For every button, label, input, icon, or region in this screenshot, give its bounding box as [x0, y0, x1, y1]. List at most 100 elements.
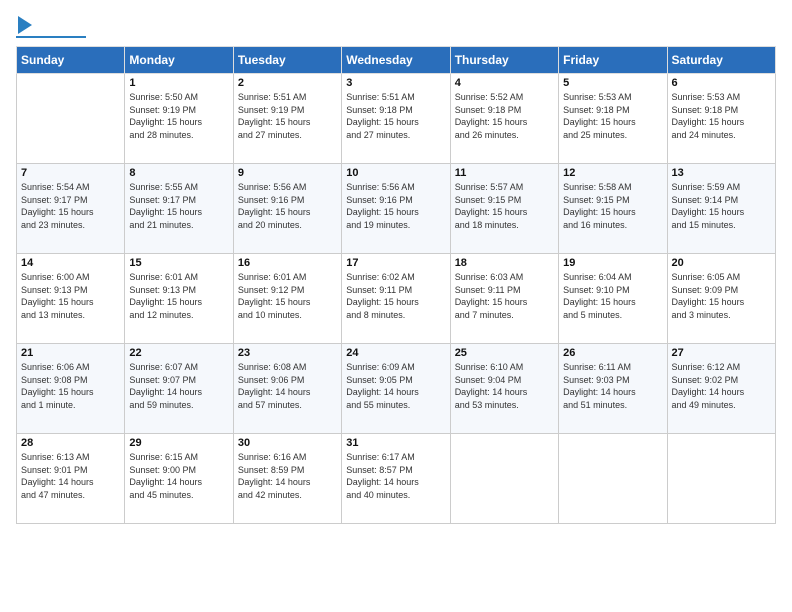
- calendar-cell: 15 Sunrise: 6:01 AM Sunset: 9:13 PM Dayli…: [125, 254, 233, 344]
- calendar-cell: 25 Sunrise: 6:10 AM Sunset: 9:04 PM Dayli…: [450, 344, 558, 434]
- calendar-cell: 13Sunrise: 5:59 AM Sunset: 9:14 PM Dayli…: [667, 164, 775, 254]
- day-number: 12: [563, 167, 662, 179]
- page-header: [16, 16, 776, 38]
- day-info: Sunrise: 5:56 AM Sunset: 9:16 PM Dayligh…: [238, 181, 337, 231]
- calendar-cell: 2 Sunrise: 5:51 AM Sunset: 9:19 PM Daylig…: [233, 74, 341, 164]
- day-number: 16: [238, 257, 337, 269]
- day-number: 22: [129, 347, 228, 359]
- day-info: Sunrise: 6:03 AM Sunset: 9:11 PM Dayligh…: [455, 271, 554, 321]
- day-info: Sunrise: 6:13 AM Sunset: 9:01 PM Dayligh…: [21, 451, 120, 501]
- day-info: Sunrise: 5:59 AM Sunset: 9:14 PM Dayligh…: [672, 181, 771, 231]
- day-info: Sunrise: 5:57 AM Sunset: 9:15 PM Dayligh…: [455, 181, 554, 231]
- column-header-tuesday: Tuesday: [233, 47, 341, 74]
- day-number: 5: [563, 77, 662, 89]
- day-info: Sunrise: 6:12 AM Sunset: 9:02 PM Dayligh…: [672, 361, 771, 411]
- calendar-table: SundayMondayTuesdayWednesdayThursdayFrid…: [16, 46, 776, 524]
- column-header-thursday: Thursday: [450, 47, 558, 74]
- day-number: 2: [238, 77, 337, 89]
- logo-arrow-icon: [18, 16, 32, 34]
- day-info: Sunrise: 5:52 AM Sunset: 9:18 PM Dayligh…: [455, 91, 554, 141]
- day-info: Sunrise: 5:55 AM Sunset: 9:17 PM Dayligh…: [129, 181, 228, 231]
- calendar-cell: 31Sunrise: 6:17 AM Sunset: 8:57 PM Dayli…: [342, 434, 450, 524]
- day-number: 1: [129, 77, 228, 89]
- day-info: Sunrise: 5:51 AM Sunset: 9:18 PM Dayligh…: [346, 91, 445, 141]
- column-header-monday: Monday: [125, 47, 233, 74]
- day-number: 11: [455, 167, 554, 179]
- day-info: Sunrise: 6:06 AM Sunset: 9:08 PM Dayligh…: [21, 361, 120, 411]
- column-header-friday: Friday: [559, 47, 667, 74]
- day-info: Sunrise: 6:04 AM Sunset: 9:10 PM Dayligh…: [563, 271, 662, 321]
- day-info: Sunrise: 5:56 AM Sunset: 9:16 PM Dayligh…: [346, 181, 445, 231]
- calendar-cell: 19 Sunrise: 6:04 AM Sunset: 9:10 PM Dayli…: [559, 254, 667, 344]
- day-info: Sunrise: 6:00 AM Sunset: 9:13 PM Dayligh…: [21, 271, 120, 321]
- day-info: Sunrise: 5:58 AM Sunset: 9:15 PM Dayligh…: [563, 181, 662, 231]
- day-number: 24: [346, 347, 445, 359]
- day-number: 15: [129, 257, 228, 269]
- day-number: 18: [455, 257, 554, 269]
- day-number: 4: [455, 77, 554, 89]
- day-info: Sunrise: 6:01 AM Sunset: 9:13 PM Dayligh…: [129, 271, 228, 321]
- day-number: 9: [238, 167, 337, 179]
- calendar-cell: 4 Sunrise: 5:52 AM Sunset: 9:18 PM Daylig…: [450, 74, 558, 164]
- calendar-cell: 21Sunrise: 6:06 AM Sunset: 9:08 PM Dayli…: [17, 344, 125, 434]
- calendar-cell: 20 Sunrise: 6:05 AM Sunset: 9:09 PM Dayli…: [667, 254, 775, 344]
- day-info: Sunrise: 5:53 AM Sunset: 9:18 PM Dayligh…: [563, 91, 662, 141]
- calendar-cell: 27 Sunrise: 6:12 AM Sunset: 9:02 PM Dayli…: [667, 344, 775, 434]
- day-info: Sunrise: 5:51 AM Sunset: 9:19 PM Dayligh…: [238, 91, 337, 141]
- calendar-cell: 18 Sunrise: 6:03 AM Sunset: 9:11 PM Dayli…: [450, 254, 558, 344]
- day-number: 27: [672, 347, 771, 359]
- calendar-cell: 26 Sunrise: 6:11 AM Sunset: 9:03 PM Dayli…: [559, 344, 667, 434]
- day-info: Sunrise: 6:10 AM Sunset: 9:04 PM Dayligh…: [455, 361, 554, 411]
- day-info: Sunrise: 6:08 AM Sunset: 9:06 PM Dayligh…: [238, 361, 337, 411]
- day-number: 14: [21, 257, 120, 269]
- day-number: 25: [455, 347, 554, 359]
- calendar-cell: [667, 434, 775, 524]
- calendar-cell: 6 Sunrise: 5:53 AM Sunset: 9:18 PM Daylig…: [667, 74, 775, 164]
- day-info: Sunrise: 5:54 AM Sunset: 9:17 PM Dayligh…: [21, 181, 120, 231]
- logo-underline: [16, 36, 86, 38]
- day-number: 28: [21, 437, 120, 449]
- day-number: 19: [563, 257, 662, 269]
- calendar-cell: 22 Sunrise: 6:07 AM Sunset: 9:07 PM Dayli…: [125, 344, 233, 434]
- calendar-cell: [450, 434, 558, 524]
- day-info: Sunrise: 5:50 AM Sunset: 9:19 PM Dayligh…: [129, 91, 228, 141]
- calendar-cell: 30 Sunrise: 6:16 AM Sunset: 8:59 PM Dayli…: [233, 434, 341, 524]
- day-info: Sunrise: 6:15 AM Sunset: 9:00 PM Dayligh…: [129, 451, 228, 501]
- calendar-cell: 8Sunrise: 5:55 AM Sunset: 9:17 PM Daylig…: [125, 164, 233, 254]
- day-info: Sunrise: 6:05 AM Sunset: 9:09 PM Dayligh…: [672, 271, 771, 321]
- calendar-cell: [17, 74, 125, 164]
- calendar-cell: 23 Sunrise: 6:08 AM Sunset: 9:06 PM Dayli…: [233, 344, 341, 434]
- day-number: 20: [672, 257, 771, 269]
- calendar-cell: 16 Sunrise: 6:01 AM Sunset: 9:12 PM Dayli…: [233, 254, 341, 344]
- day-info: Sunrise: 6:11 AM Sunset: 9:03 PM Dayligh…: [563, 361, 662, 411]
- day-number: 6: [672, 77, 771, 89]
- day-number: 17: [346, 257, 445, 269]
- calendar-cell: 11 Sunrise: 5:57 AM Sunset: 9:15 PM Dayli…: [450, 164, 558, 254]
- day-info: Sunrise: 6:01 AM Sunset: 9:12 PM Dayligh…: [238, 271, 337, 321]
- day-number: 30: [238, 437, 337, 449]
- day-info: Sunrise: 6:09 AM Sunset: 9:05 PM Dayligh…: [346, 361, 445, 411]
- day-number: 3: [346, 77, 445, 89]
- calendar-cell: 14 Sunrise: 6:00 AM Sunset: 9:13 PM Dayli…: [17, 254, 125, 344]
- calendar-cell: 9 Sunrise: 5:56 AM Sunset: 9:16 PM Daylig…: [233, 164, 341, 254]
- day-info: Sunrise: 6:16 AM Sunset: 8:59 PM Dayligh…: [238, 451, 337, 501]
- day-number: 29: [129, 437, 228, 449]
- day-number: 7: [21, 167, 120, 179]
- day-number: 23: [238, 347, 337, 359]
- calendar-cell: 29 Sunrise: 6:15 AM Sunset: 9:00 PM Dayli…: [125, 434, 233, 524]
- calendar-cell: 5 Sunrise: 5:53 AM Sunset: 9:18 PM Daylig…: [559, 74, 667, 164]
- day-info: Sunrise: 5:53 AM Sunset: 9:18 PM Dayligh…: [672, 91, 771, 141]
- calendar-header: SundayMondayTuesdayWednesdayThursdayFrid…: [17, 47, 776, 74]
- calendar-cell: 17 Sunrise: 6:02 AM Sunset: 9:11 PM Dayli…: [342, 254, 450, 344]
- day-number: 26: [563, 347, 662, 359]
- day-info: Sunrise: 6:07 AM Sunset: 9:07 PM Dayligh…: [129, 361, 228, 411]
- calendar-cell: 12 Sunrise: 5:58 AM Sunset: 9:15 PM Dayli…: [559, 164, 667, 254]
- calendar-cell: 10Sunrise: 5:56 AM Sunset: 9:16 PM Dayli…: [342, 164, 450, 254]
- day-info: Sunrise: 6:02 AM Sunset: 9:11 PM Dayligh…: [346, 271, 445, 321]
- column-header-sunday: Sunday: [17, 47, 125, 74]
- calendar-cell: 24 Sunrise: 6:09 AM Sunset: 9:05 PM Dayli…: [342, 344, 450, 434]
- calendar-cell: 7 Sunrise: 5:54 AM Sunset: 9:17 PM Daylig…: [17, 164, 125, 254]
- logo: [16, 16, 86, 38]
- column-header-wednesday: Wednesday: [342, 47, 450, 74]
- column-header-saturday: Saturday: [667, 47, 775, 74]
